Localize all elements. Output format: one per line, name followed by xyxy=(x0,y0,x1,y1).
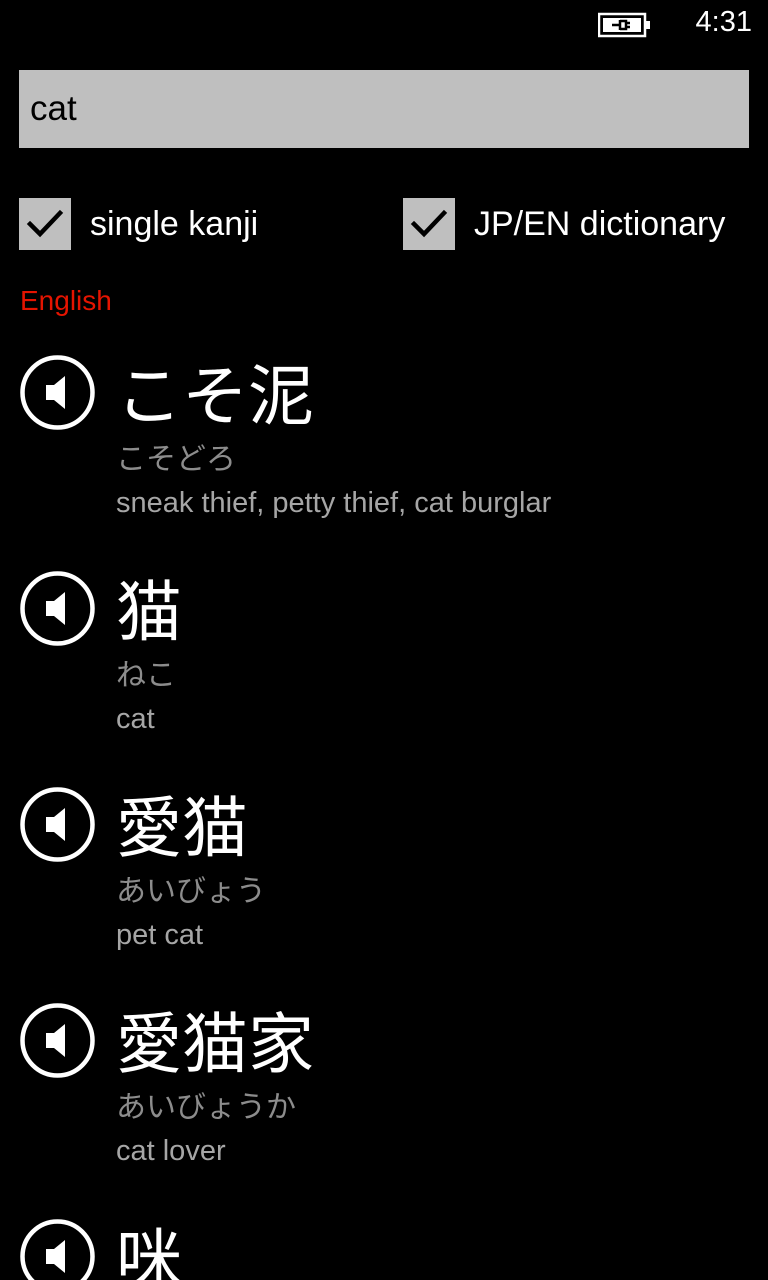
clock: 4:31 xyxy=(695,6,752,38)
checkbox-box[interactable] xyxy=(19,198,71,250)
list-item[interactable]: こそ泥 こそどろ sneak thief, petty thief, cat b… xyxy=(0,352,768,532)
checkbox-box[interactable] xyxy=(403,198,455,250)
entry-kanji: 咪 xyxy=(116,1222,182,1280)
single-kanji-checkbox[interactable]: single kanji xyxy=(19,197,258,251)
speaker-icon[interactable] xyxy=(19,1002,96,1079)
speaker-icon[interactable] xyxy=(19,354,96,431)
speaker-icon[interactable] xyxy=(19,786,96,863)
list-item[interactable]: 猫 ねこ cat xyxy=(0,568,768,748)
entry-meaning: cat lover xyxy=(116,1135,226,1167)
checkmark-icon xyxy=(410,209,448,238)
entry-meaning: pet cat xyxy=(116,919,204,951)
entry-meaning: sneak thief, petty thief, cat burglar xyxy=(116,487,552,519)
status-bar: 4:31 xyxy=(0,0,768,50)
single-kanji-label: single kanji xyxy=(90,204,259,243)
battery-charging-icon xyxy=(598,12,650,38)
entry-reading: あいびょう xyxy=(116,874,266,909)
entry-kanji: こそ泥 xyxy=(116,358,314,435)
speaker-icon[interactable] xyxy=(19,570,96,647)
jp-en-dictionary-checkbox[interactable]: JP/EN dictionary xyxy=(403,197,725,251)
entry-reading: ねこ xyxy=(116,658,176,693)
list-item[interactable]: 愛猫 あいびょう pet cat xyxy=(0,784,768,964)
entry-kanji: 愛猫 xyxy=(116,790,248,867)
jp-en-dictionary-label: JP/EN dictionary xyxy=(474,204,726,243)
list-item[interactable]: 愛猫家 あいびょうか cat lover xyxy=(0,1000,768,1180)
section-header: English xyxy=(20,285,112,316)
entry-reading: こそどろ xyxy=(116,442,236,477)
search-input[interactable] xyxy=(19,70,749,148)
checkmark-icon xyxy=(26,209,64,238)
entry-kanji: 愛猫家 xyxy=(116,1006,314,1083)
list-item[interactable]: 咪 xyxy=(0,1216,768,1280)
entry-kanji: 猫 xyxy=(116,574,182,651)
entry-meaning: cat xyxy=(116,703,155,735)
speaker-icon[interactable] xyxy=(19,1218,96,1280)
entry-reading: あいびょうか xyxy=(116,1090,296,1125)
